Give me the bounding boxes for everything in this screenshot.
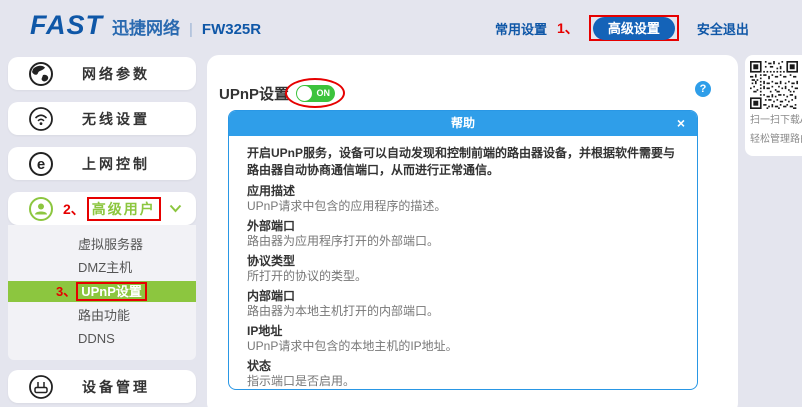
upnp-toggle[interactable]: ON bbox=[296, 85, 335, 102]
page-title: UPnP设置 bbox=[219, 83, 289, 104]
user-icon bbox=[28, 196, 54, 222]
svg-text:e: e bbox=[37, 156, 45, 173]
sidebar-item-parental-control[interactable]: e 上网控制 bbox=[8, 147, 196, 180]
submenu-item-label: UPnP设置 bbox=[76, 282, 147, 301]
section-heading: 外部端口 bbox=[247, 219, 679, 234]
brand-name: 迅捷网络 bbox=[112, 14, 180, 39]
sidebar-item-advanced-user[interactable]: 2、 高级用户 bbox=[8, 192, 196, 225]
sidebar-item-label: 上网控制 bbox=[82, 154, 150, 174]
help-section: 协议类型 所打开的协议的类型。 bbox=[247, 254, 679, 284]
brand-separator: | bbox=[189, 21, 193, 38]
help-section: IP地址 UPnP请求中包含的本地主机的IP地址。 bbox=[247, 324, 679, 354]
annotation-step-1: 1、 bbox=[557, 18, 579, 38]
sidebar-item-network-params[interactable]: 网络参数 bbox=[8, 57, 196, 90]
upnp-title-row: UPnP设置 ON bbox=[219, 83, 335, 104]
nav-advanced-settings[interactable]: 高级设置 bbox=[593, 17, 675, 40]
annotation-step-2: 2、 bbox=[63, 199, 85, 219]
section-heading: 协议类型 bbox=[247, 254, 679, 269]
help-section: 外部端口 路由器为应用程序打开的外部端口。 bbox=[247, 219, 679, 249]
nav-safe-exit[interactable]: 安全退出 bbox=[697, 19, 749, 38]
help-section: 应用描述 UPnP请求中包含的应用程序的描述。 bbox=[247, 184, 679, 214]
section-body: 指示端口是否启用。 bbox=[247, 374, 679, 389]
help-section: 内部端口 路由器为本地主机打开的内部端口。 bbox=[247, 289, 679, 319]
sidebar-item-label: 网络参数 bbox=[82, 64, 150, 84]
submenu-item-upnp-active[interactable]: 3、 UPnP设置 bbox=[8, 281, 196, 302]
fast-logo: FAST bbox=[30, 13, 103, 37]
router-model: FW325R bbox=[202, 21, 261, 38]
section-heading: 内部端口 bbox=[247, 289, 679, 304]
sidebar: 网络参数 无线设置 e 上网控制 2、 高 bbox=[8, 57, 196, 407]
submenu-item-ddns[interactable]: DDNS bbox=[8, 327, 196, 350]
section-heading: IP地址 bbox=[247, 324, 679, 339]
section-body: 路由器为本地主机打开的内部端口。 bbox=[247, 304, 679, 319]
dialog-intro: 开启UPnP服务，设备可以自动发现和控制前端的路由器设备，并根据软件需要与路由器… bbox=[247, 145, 679, 179]
help-dialog: 帮助 × 开启UPnP服务，设备可以自动发现和控制前端的路由器设备，并根据软件需… bbox=[228, 110, 698, 390]
advanced-user-submenu: 虚拟服务器 DMZ主机 3、 UPnP设置 路由功能 DDNS bbox=[8, 225, 196, 360]
qr-caption-line1: 扫一扫下载APP bbox=[750, 113, 802, 128]
section-heading: 状态 bbox=[247, 359, 679, 374]
section-body: UPnP请求中包含的应用程序的描述。 bbox=[247, 199, 679, 214]
submenu-item-routing[interactable]: 路由功能 bbox=[8, 304, 196, 327]
section-body: 所打开的协议的类型。 bbox=[247, 269, 679, 284]
brand-header: FAST 迅捷网络 | FW325R bbox=[30, 13, 261, 39]
sidebar-item-label: 高级用户 bbox=[87, 197, 161, 221]
toggle-knob bbox=[297, 86, 312, 101]
sidebar-item-wireless[interactable]: 无线设置 bbox=[8, 102, 196, 135]
sidebar-item-label: 设备管理 bbox=[82, 377, 150, 397]
dialog-header: 帮助 × bbox=[229, 111, 697, 136]
router-admin-page: FAST 迅捷网络 | FW325R 常用设置 1、 高级设置 安全退出 网络参… bbox=[0, 0, 802, 407]
section-body: UPnP请求中包含的本地主机的IP地址。 bbox=[247, 339, 679, 354]
qr-caption-line2: 轻松管理路由器 bbox=[750, 132, 802, 147]
app-download-panel: 扫一扫下载APP 轻松管理路由器 bbox=[745, 55, 802, 156]
router-icon bbox=[28, 374, 54, 400]
help-section: 状态 指示端口是否启用。 bbox=[247, 359, 679, 389]
close-icon[interactable]: × bbox=[677, 111, 685, 136]
toggle-on-label: ON bbox=[317, 85, 331, 102]
sidebar-item-label: 无线设置 bbox=[82, 109, 150, 129]
section-body: 路由器为应用程序打开的外部端口。 bbox=[247, 234, 679, 249]
wifi-icon bbox=[28, 106, 54, 132]
help-icon[interactable]: ? bbox=[695, 81, 711, 97]
main-content: UPnP设置 ON ? 帮助 × 开启UPnP服务，设备可以自动发现和控制前端的… bbox=[207, 55, 738, 407]
section-heading: 应用描述 bbox=[247, 184, 679, 199]
nav-common-settings[interactable]: 常用设置 bbox=[495, 19, 547, 38]
browser-e-icon: e bbox=[28, 151, 54, 177]
globe-icon bbox=[28, 61, 54, 87]
dialog-title: 帮助 bbox=[451, 116, 475, 130]
top-nav: 常用设置 1、 高级设置 安全退出 bbox=[495, 15, 749, 41]
annotation-box-advanced: 高级设置 bbox=[589, 15, 679, 41]
sidebar-item-device-management[interactable]: 设备管理 bbox=[8, 370, 196, 403]
dialog-body: 开启UPnP服务，设备可以自动发现和控制前端的路由器设备，并根据软件需要与路由器… bbox=[229, 136, 697, 390]
submenu-item-virtual-server[interactable]: 虚拟服务器 bbox=[8, 233, 196, 256]
qr-code-icon bbox=[750, 61, 798, 109]
chevron-down-icon bbox=[169, 204, 182, 213]
submenu-item-dmz-host[interactable]: DMZ主机 bbox=[8, 256, 196, 279]
annotation-ellipse bbox=[285, 78, 345, 108]
annotation-step-3: 3、 bbox=[56, 280, 76, 303]
